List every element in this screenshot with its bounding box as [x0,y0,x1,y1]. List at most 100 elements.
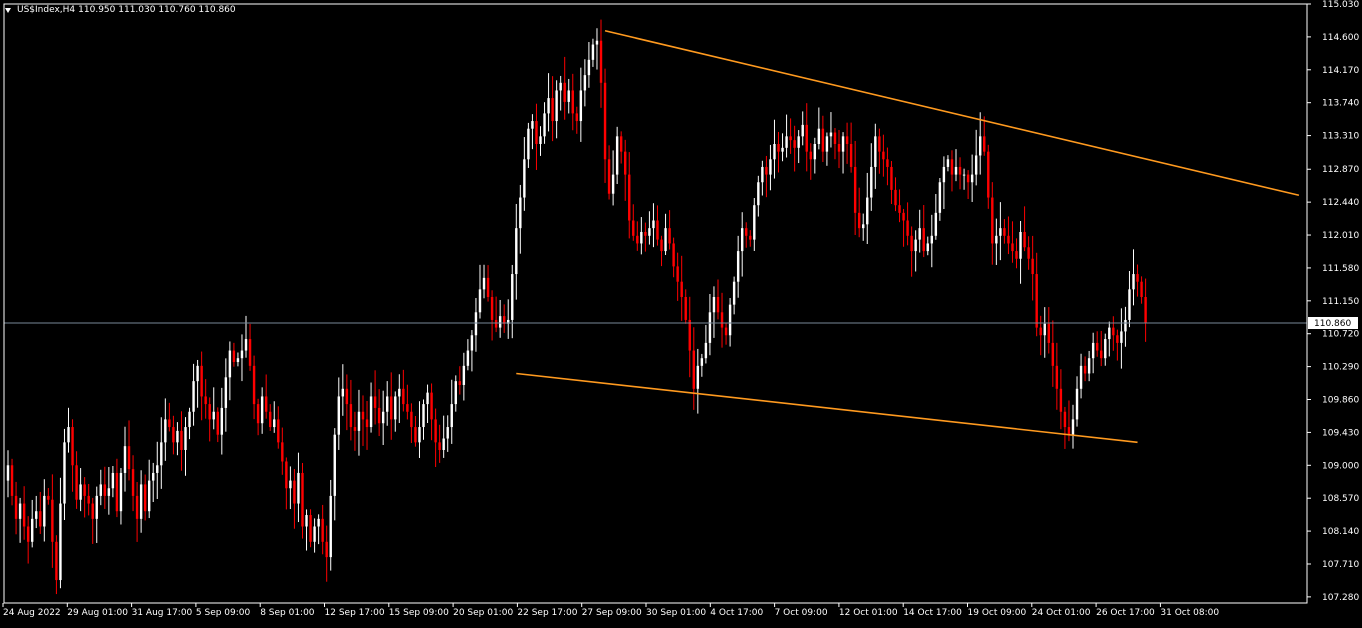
candle-body [805,124,808,152]
candle-body [740,228,744,252]
candle-body [978,136,982,156]
y-tick-label: 114.600 [1322,33,1359,43]
candle-body [712,296,716,313]
candle-body [894,189,897,206]
candle-body [168,419,171,428]
candle-body [281,442,284,462]
candle-body [353,427,357,431]
candle-body [704,342,708,359]
candle-body [220,407,224,435]
y-tick-label: 112.440 [1322,198,1359,208]
candle-body [611,174,615,194]
candle-body [801,124,804,137]
candle-body [765,166,768,175]
candle-body [1019,231,1022,259]
candle-body [147,480,151,512]
candle-body [127,446,131,470]
candle-body [874,136,877,167]
candle-body [789,136,792,141]
candle-body [236,358,240,363]
candle-body [656,220,659,240]
candle-body [785,136,788,148]
candle-body [139,484,143,519]
candle-body [696,365,700,389]
y-tick-label: 109.860 [1322,396,1359,406]
candle-body [373,396,377,408]
x-tick-label: 22 Sep 17:00 [517,608,577,618]
candle-body [301,472,304,527]
candle-body [1059,388,1063,412]
candle-body [757,182,760,206]
candle-body [164,419,167,443]
candle-body [946,159,950,167]
candle-body [26,526,30,542]
candle-body [18,503,22,519]
candle-body [381,411,385,424]
candle-body [539,136,542,144]
candle-body [829,132,833,137]
candle-body [43,495,46,527]
candle-body [692,350,695,389]
candle-body [248,339,252,366]
current-price-label: 110.860 [1308,317,1358,330]
candle-body [958,166,962,175]
candle-body [1116,335,1119,343]
candle-body [849,143,853,167]
candle-body [668,228,671,244]
y-tick-label: 111.580 [1322,264,1359,274]
candle-body [753,205,756,240]
candle-body [821,128,825,152]
candle-body [777,143,780,152]
candle-body [309,515,312,542]
candle-body [188,411,191,428]
y-tick-label: 108.140 [1322,527,1359,537]
chart-menu-triangle-icon[interactable] [5,7,11,13]
y-tick-label: 107.280 [1322,593,1359,603]
candle-body [95,495,98,519]
candle-body [716,296,720,313]
trendline[interactable] [516,372,1138,444]
candle-body [450,404,453,428]
candlestick-chart[interactable]: 115.030 114.600 114.170 113.740 113.310 112.8… [0,0,1362,624]
chart-area[interactable]: 115.030 114.600 114.170 113.740 113.310 112.8… [0,0,1362,624]
x-tick-label: 20 Sep 01:00 [453,608,513,618]
candle-body [478,289,482,313]
candle-body [172,427,175,443]
candle-body [321,518,324,542]
candle-body [67,427,70,443]
candle-body [349,404,353,428]
candle-body [91,503,94,519]
candle-body [1015,251,1018,259]
candle-body [143,484,147,512]
y-tick-label: 112.870 [1322,165,1359,175]
candle-body [1120,331,1123,343]
candle-body [406,404,409,412]
candle-body [555,90,558,122]
candle-body [59,503,62,581]
x-tick-label: 27 Sep 09:00 [582,608,642,618]
candle-body [289,480,292,489]
candle-body [914,239,917,252]
candle-body [277,419,280,443]
candle-body [547,98,550,114]
candle-body [1091,342,1095,359]
candle-body [22,503,26,527]
candle-body [390,396,393,420]
candle-body [208,404,211,420]
candle-body [841,136,845,152]
candle-body [232,350,236,363]
candle-body [438,442,441,450]
candle-body [999,228,1002,236]
candle-body [365,419,369,428]
candle-body [781,147,784,152]
candle-body [47,495,50,500]
candle-body [123,446,127,473]
candle-body [414,427,417,443]
candle-body [708,312,712,343]
candle-body [341,388,345,397]
candle-body [156,465,159,473]
candle-body [519,197,522,229]
candle-body [10,465,14,496]
candle-body [559,82,562,91]
candle-body [357,411,361,431]
